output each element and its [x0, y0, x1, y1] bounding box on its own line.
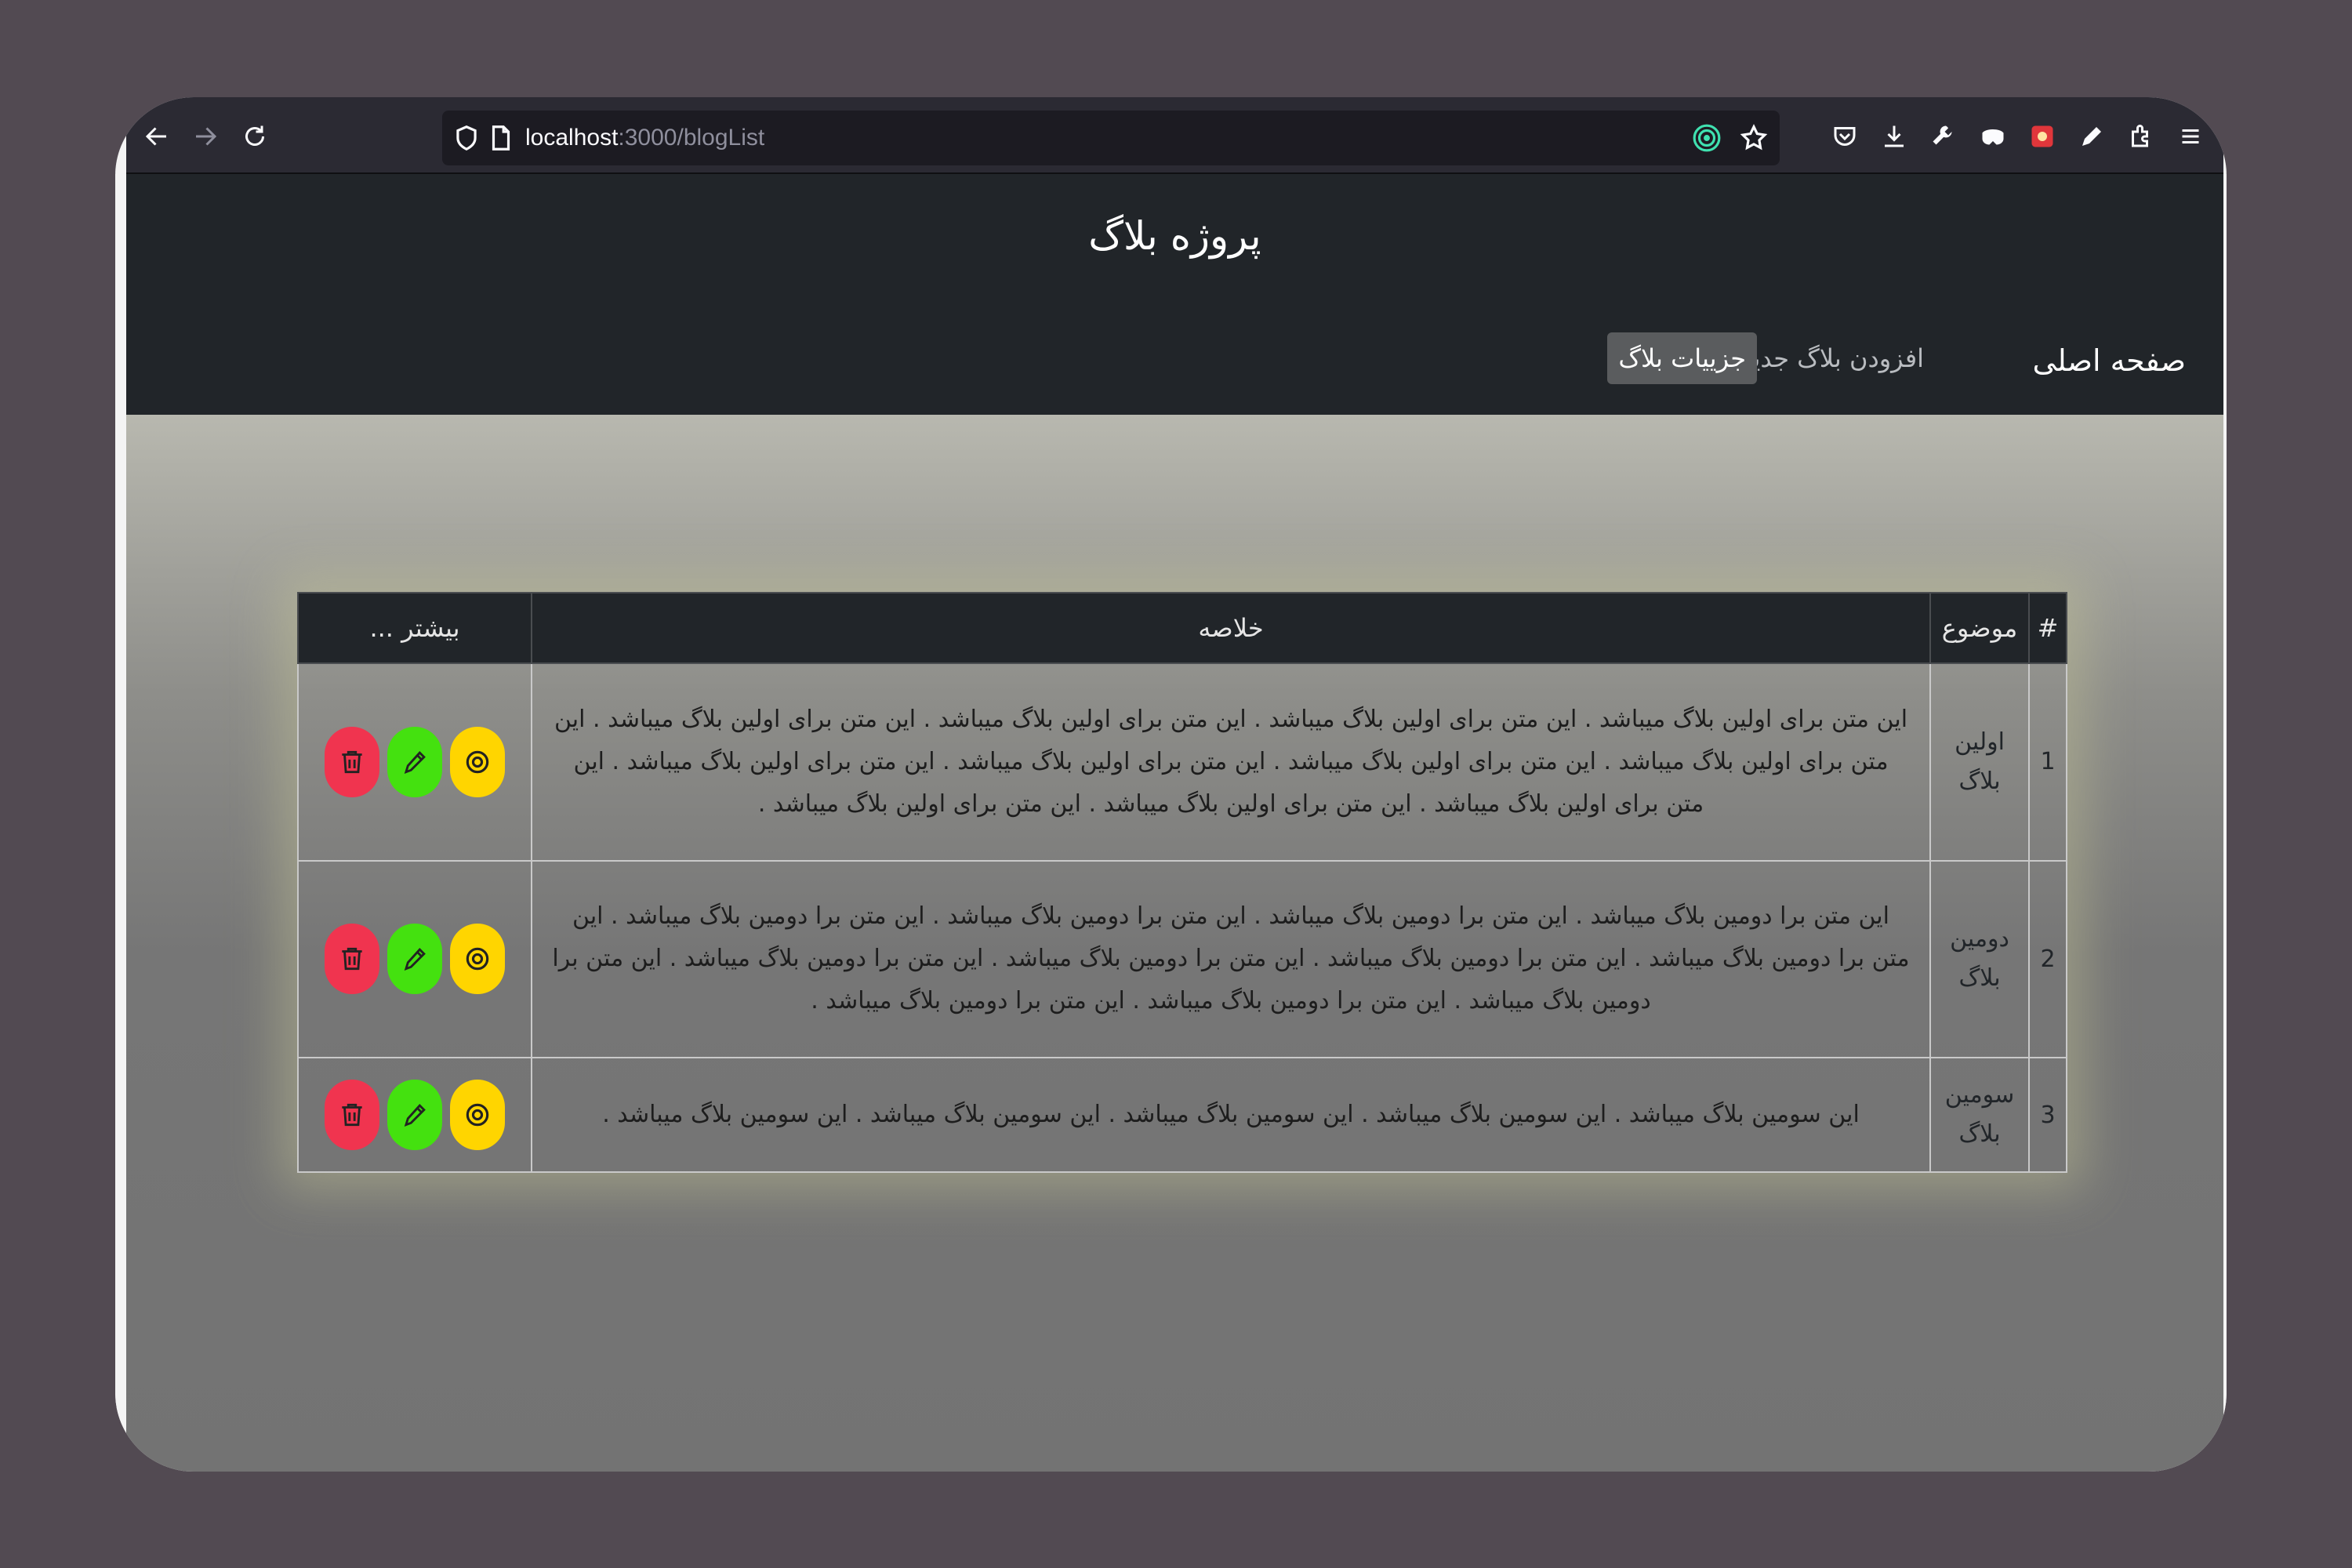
window-frame-left — [115, 97, 126, 1472]
edit-button[interactable] — [387, 1080, 442, 1151]
delete-button[interactable] — [325, 1080, 379, 1151]
header-num: # — [2028, 592, 2067, 664]
pencil-icon — [404, 1104, 426, 1127]
browser-toolbar: localhost:3000/blogList — [115, 97, 2227, 174]
nav-blog-details-link[interactable]: جزییات بلاگ — [1607, 332, 1757, 384]
row-title: اولین بلاگ — [1929, 662, 2030, 862]
row-num: 2 — [2028, 859, 2067, 1059]
tracking-protection-icon[interactable] — [1692, 123, 1722, 153]
hamburger-menu-icon[interactable] — [2170, 116, 2211, 157]
pocket-icon[interactable] — [1824, 116, 1865, 157]
pen-icon[interactable] — [2071, 116, 2112, 157]
view-button[interactable] — [450, 924, 505, 995]
row-num: 3 — [2028, 1057, 2067, 1173]
row-title: دومین بلاگ — [1929, 859, 2030, 1059]
trash-icon — [342, 1103, 362, 1127]
downloads-icon[interactable] — [1874, 116, 1915, 157]
address-bar[interactable]: localhost:3000/blogList — [442, 111, 1780, 165]
url-text[interactable]: localhost:3000/blogList — [525, 125, 764, 151]
blog-table: # موضوع خلاصه بیشتر ... 1 اولین بلاگ این… — [297, 592, 2067, 1173]
extension-mask-icon[interactable] — [1973, 116, 2013, 157]
wrench-icon[interactable] — [1923, 116, 1964, 157]
view-button[interactable] — [450, 1080, 505, 1151]
page-icon[interactable] — [486, 123, 516, 153]
shield-icon[interactable] — [452, 123, 481, 153]
header-more: بیشتر ... — [297, 592, 532, 664]
trash-icon — [342, 948, 362, 971]
eye-icon — [466, 1103, 489, 1127]
window-frame-right — [2223, 97, 2227, 1472]
pencil-icon — [404, 750, 426, 774]
page-content: پروژه بلاگ صفحه اصلی افزودن بلاگ جدید جز… — [126, 174, 2223, 1472]
view-button[interactable] — [450, 726, 505, 797]
row-actions — [297, 1057, 532, 1173]
delete-button[interactable] — [325, 726, 379, 797]
eye-icon — [466, 948, 489, 971]
row-title: سومین بلاگ — [1929, 1057, 2030, 1173]
table-row: 3 سومین بلاگ این سومین بلاگ میباشد . این… — [297, 1057, 2067, 1173]
delete-button[interactable] — [325, 924, 379, 995]
extension-red-icon[interactable] — [2022, 116, 2063, 157]
row-actions — [297, 859, 532, 1059]
table-row: 2 دومین بلاگ این متن برا دومین بلاگ میبا… — [297, 859, 2067, 1059]
edit-button[interactable] — [387, 726, 442, 797]
reload-icon[interactable] — [234, 116, 275, 157]
row-summary: این متن برای اولین بلاگ میباشد . این متن… — [531, 662, 1931, 862]
table-row: 1 اولین بلاگ این متن برای اولین بلاگ میب… — [297, 662, 2067, 862]
table-header-row: # موضوع خلاصه بیشتر ... — [297, 592, 2067, 664]
header-summary: خلاصه — [531, 592, 1931, 664]
nav-add-blog-link[interactable]: افزودن بلاگ جدید — [1730, 332, 1935, 384]
site-title: پروژه بلاگ — [1088, 213, 1261, 259]
trash-icon — [342, 750, 362, 773]
blog-table-wrapper: # موضوع خلاصه بیشتر ... 1 اولین بلاگ این… — [297, 592, 2067, 1173]
pencil-icon — [404, 948, 426, 971]
extensions-puzzle-icon[interactable] — [2121, 116, 2161, 157]
back-icon[interactable] — [136, 116, 177, 157]
site-header: پروژه بلاگ صفحه اصلی افزودن بلاگ جدید جز… — [126, 174, 2223, 415]
bookmark-star-icon[interactable] — [1739, 123, 1769, 153]
eye-icon — [466, 750, 489, 774]
row-summary: این سومین بلاگ میباشد . این سومین بلاگ م… — [531, 1057, 1931, 1173]
browser-window: localhost:3000/blogList پروژه بلاگ صفحه … — [115, 97, 2227, 1472]
row-num: 1 — [2028, 662, 2067, 862]
nav-home-link[interactable]: صفحه اصلی — [2032, 343, 2186, 378]
row-actions — [297, 662, 532, 862]
header-title: موضوع — [1929, 592, 2030, 664]
edit-button[interactable] — [387, 924, 442, 995]
forward-icon[interactable] — [185, 116, 226, 157]
row-summary: این متن برا دومین بلاگ میباشد . این متن … — [531, 859, 1931, 1059]
